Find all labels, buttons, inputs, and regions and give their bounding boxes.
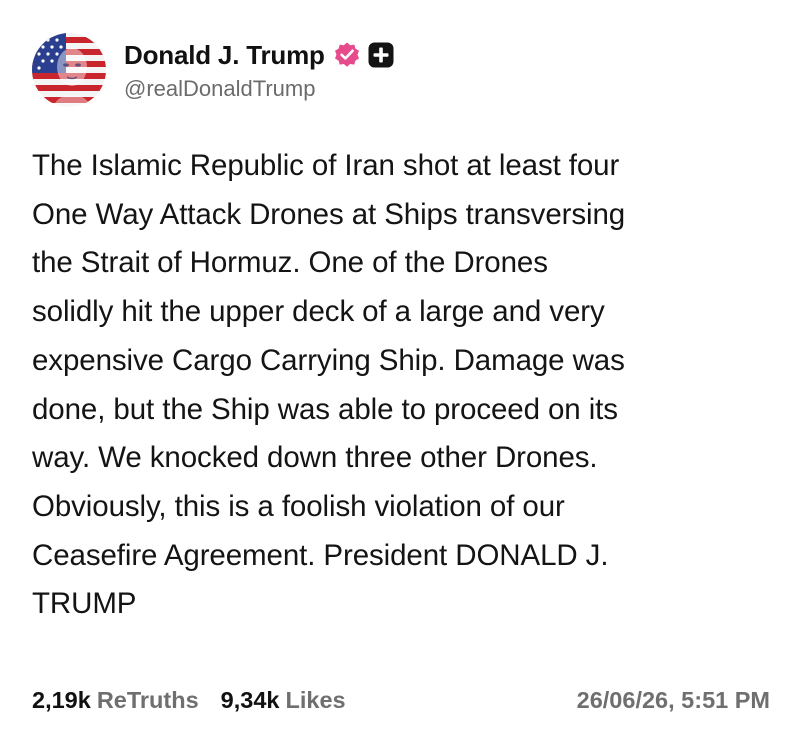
post-header: Donald J. Trump @realDonaldTrump: [32, 30, 395, 110]
retruths-stat[interactable]: 2,19k ReTruths: [32, 687, 199, 714]
retruths-label: ReTruths: [96, 686, 199, 713]
post-card: Donald J. Trump @realDonaldTrump The Isl…: [0, 0, 800, 739]
flag-portrait-avatar-icon: [32, 33, 106, 107]
author-name-row: Donald J. Trump: [124, 38, 395, 72]
avatar[interactable]: [32, 33, 106, 107]
likes-count: 9,34k: [220, 686, 280, 713]
plus-badge-icon: [367, 41, 395, 69]
post-footer: 2,19k ReTruths 9,34k Likes 26/06/26, 5:5…: [32, 683, 770, 717]
retruths-count: 2,19k: [32, 686, 91, 713]
author-display-name[interactable]: Donald J. Trump: [124, 40, 325, 71]
post-text: The Islamic Republic of Iran shot at lea…: [32, 149, 626, 621]
author-handle[interactable]: @realDonaldTrump: [124, 76, 395, 102]
post-timestamp[interactable]: 26/06/26, 5:51 PM: [577, 687, 770, 714]
verified-badge-icon: [333, 41, 361, 69]
author-identity: Donald J. Trump @realDonaldTrump: [124, 38, 395, 102]
likes-label: Likes: [285, 686, 346, 713]
likes-stat[interactable]: 9,34k Likes: [221, 687, 346, 714]
